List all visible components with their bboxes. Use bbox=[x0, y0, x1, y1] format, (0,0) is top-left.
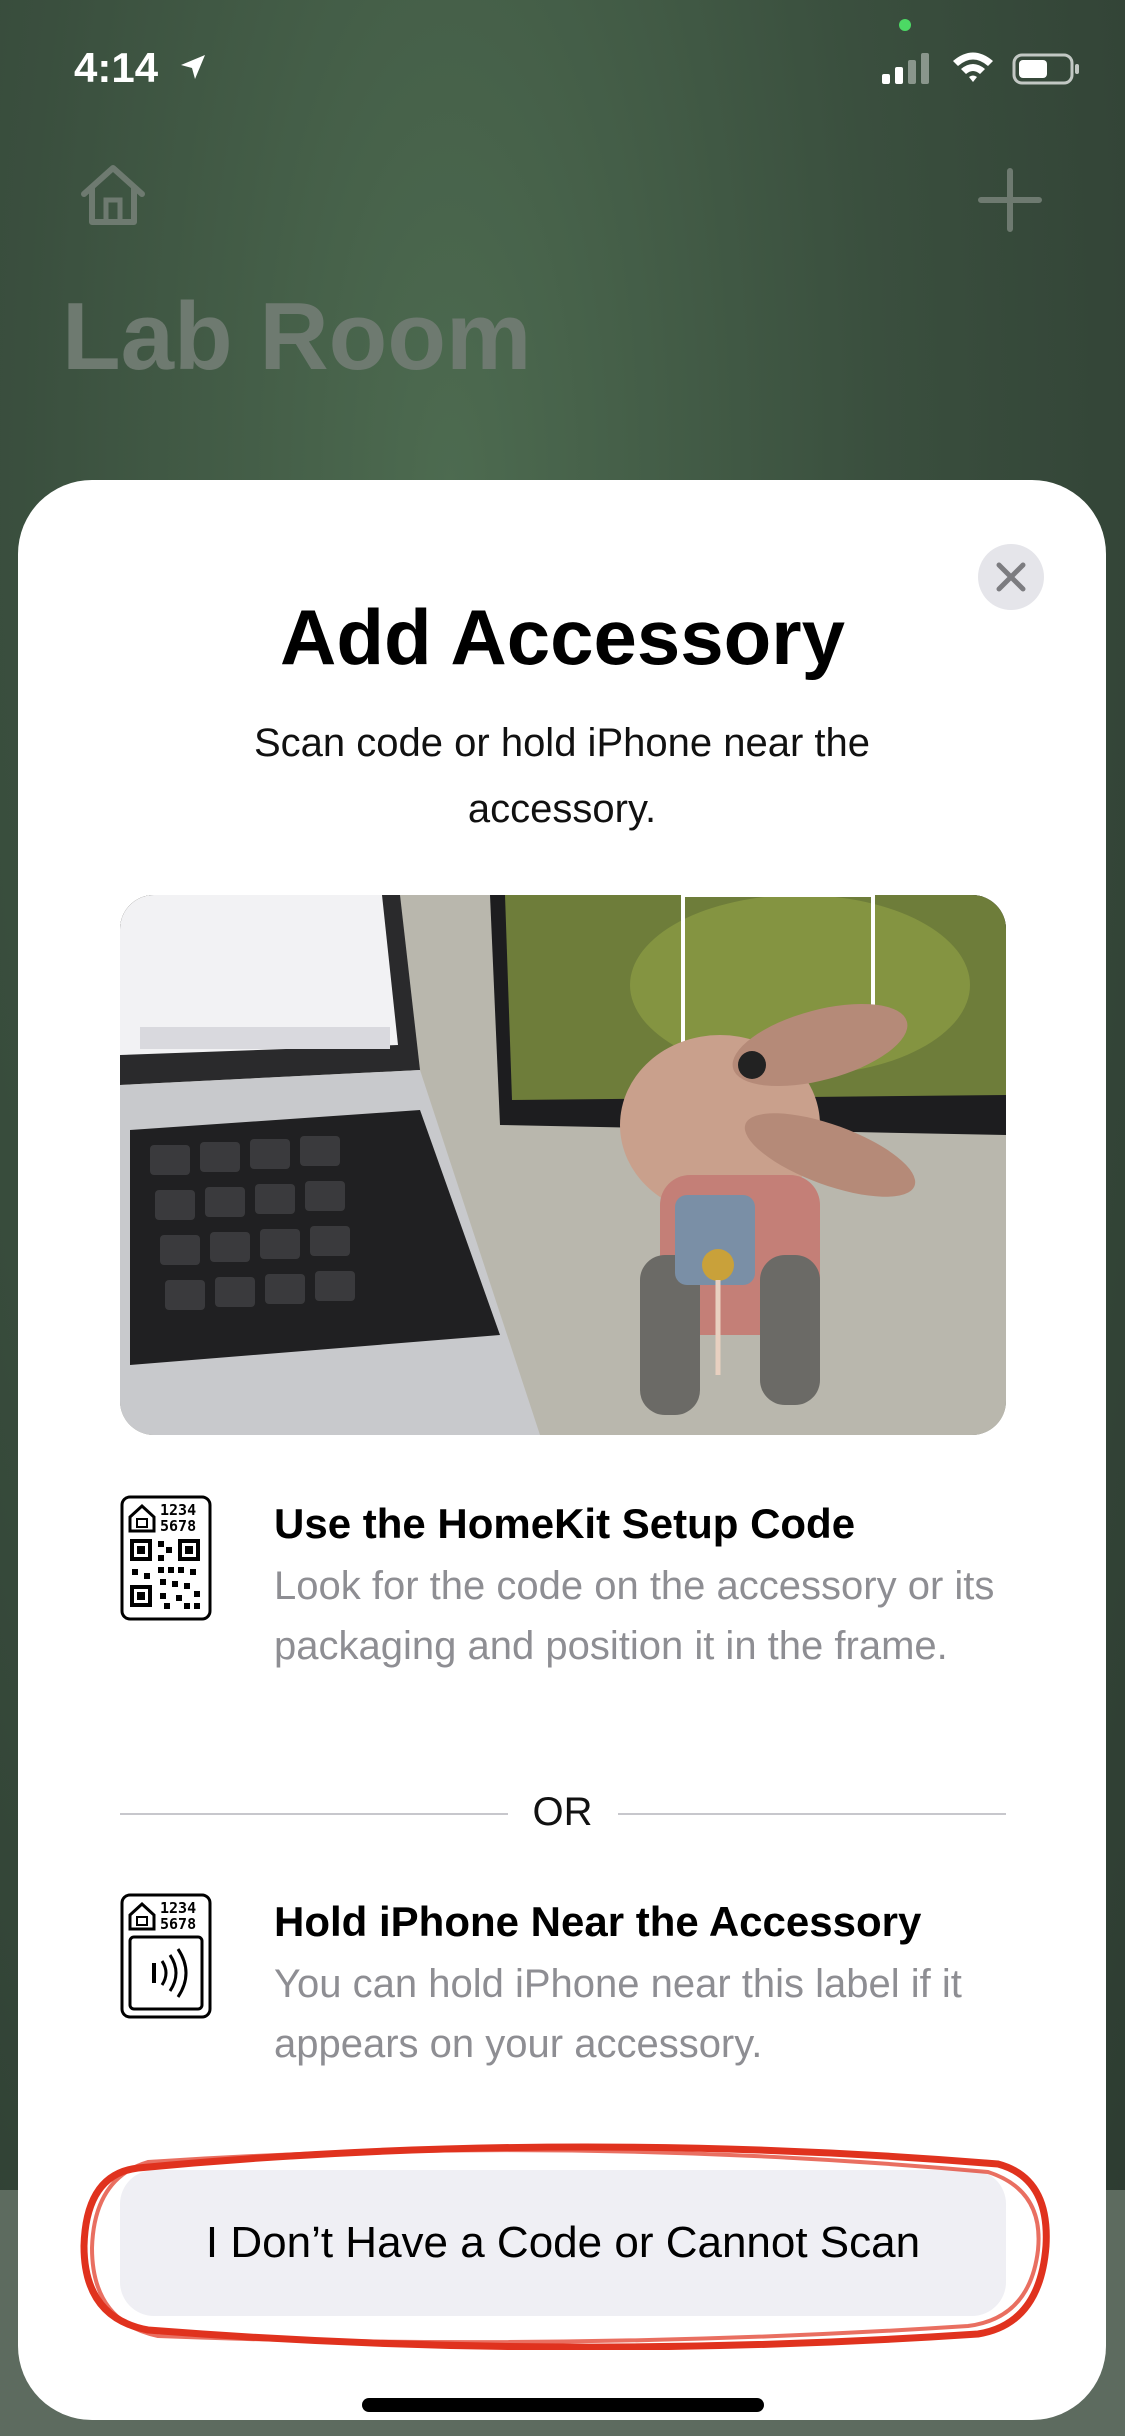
or-label: OR bbox=[532, 1790, 593, 1834]
nfc-option-description: You can hold iPhone near this label if i… bbox=[274, 1962, 962, 2066]
wifi-icon bbox=[953, 52, 993, 82]
sheet-title: Add Accessory bbox=[279, 593, 845, 681]
nfc-option-title: Hold iPhone Near the Accessory bbox=[274, 1898, 922, 1945]
or-divider-left bbox=[120, 1813, 508, 1815]
sheet-subtitle: Scan code or hold iPhone near the access… bbox=[254, 721, 870, 831]
camera-viewfinder bbox=[120, 895, 1006, 1435]
qr-code-line2: 5678 bbox=[160, 1517, 196, 1535]
camera-in-use-dot bbox=[899, 19, 911, 31]
homekit-qr-code-icon: 1234 5678 bbox=[120, 1495, 212, 1621]
cellular-signal-icon bbox=[882, 53, 929, 84]
homekit-nfc-tag-icon: 1234 5678 bbox=[120, 1893, 212, 2019]
setup-code-option-description: Look for the code on the accessory or it… bbox=[274, 1564, 995, 1668]
setup-code-option-title: Use the HomeKit Setup Code bbox=[274, 1500, 856, 1547]
plus-icon[interactable] bbox=[975, 165, 1045, 235]
room-title: Lab Room bbox=[62, 283, 532, 390]
home-indicator[interactable] bbox=[362, 2398, 764, 2412]
close-icon bbox=[996, 562, 1026, 592]
battery-icon bbox=[1012, 53, 1079, 85]
home-icon[interactable] bbox=[78, 160, 148, 230]
or-divider-right bbox=[618, 1813, 1006, 1815]
location-arrow-icon bbox=[181, 55, 205, 79]
no-code-button[interactable]: I Don’t Have a Code or Cannot Scan bbox=[120, 2170, 1006, 2316]
status-time: 4:14 bbox=[74, 44, 159, 91]
nfc-code-line2: 5678 bbox=[160, 1915, 196, 1933]
status-bar: 4:14 bbox=[0, 0, 1125, 130]
